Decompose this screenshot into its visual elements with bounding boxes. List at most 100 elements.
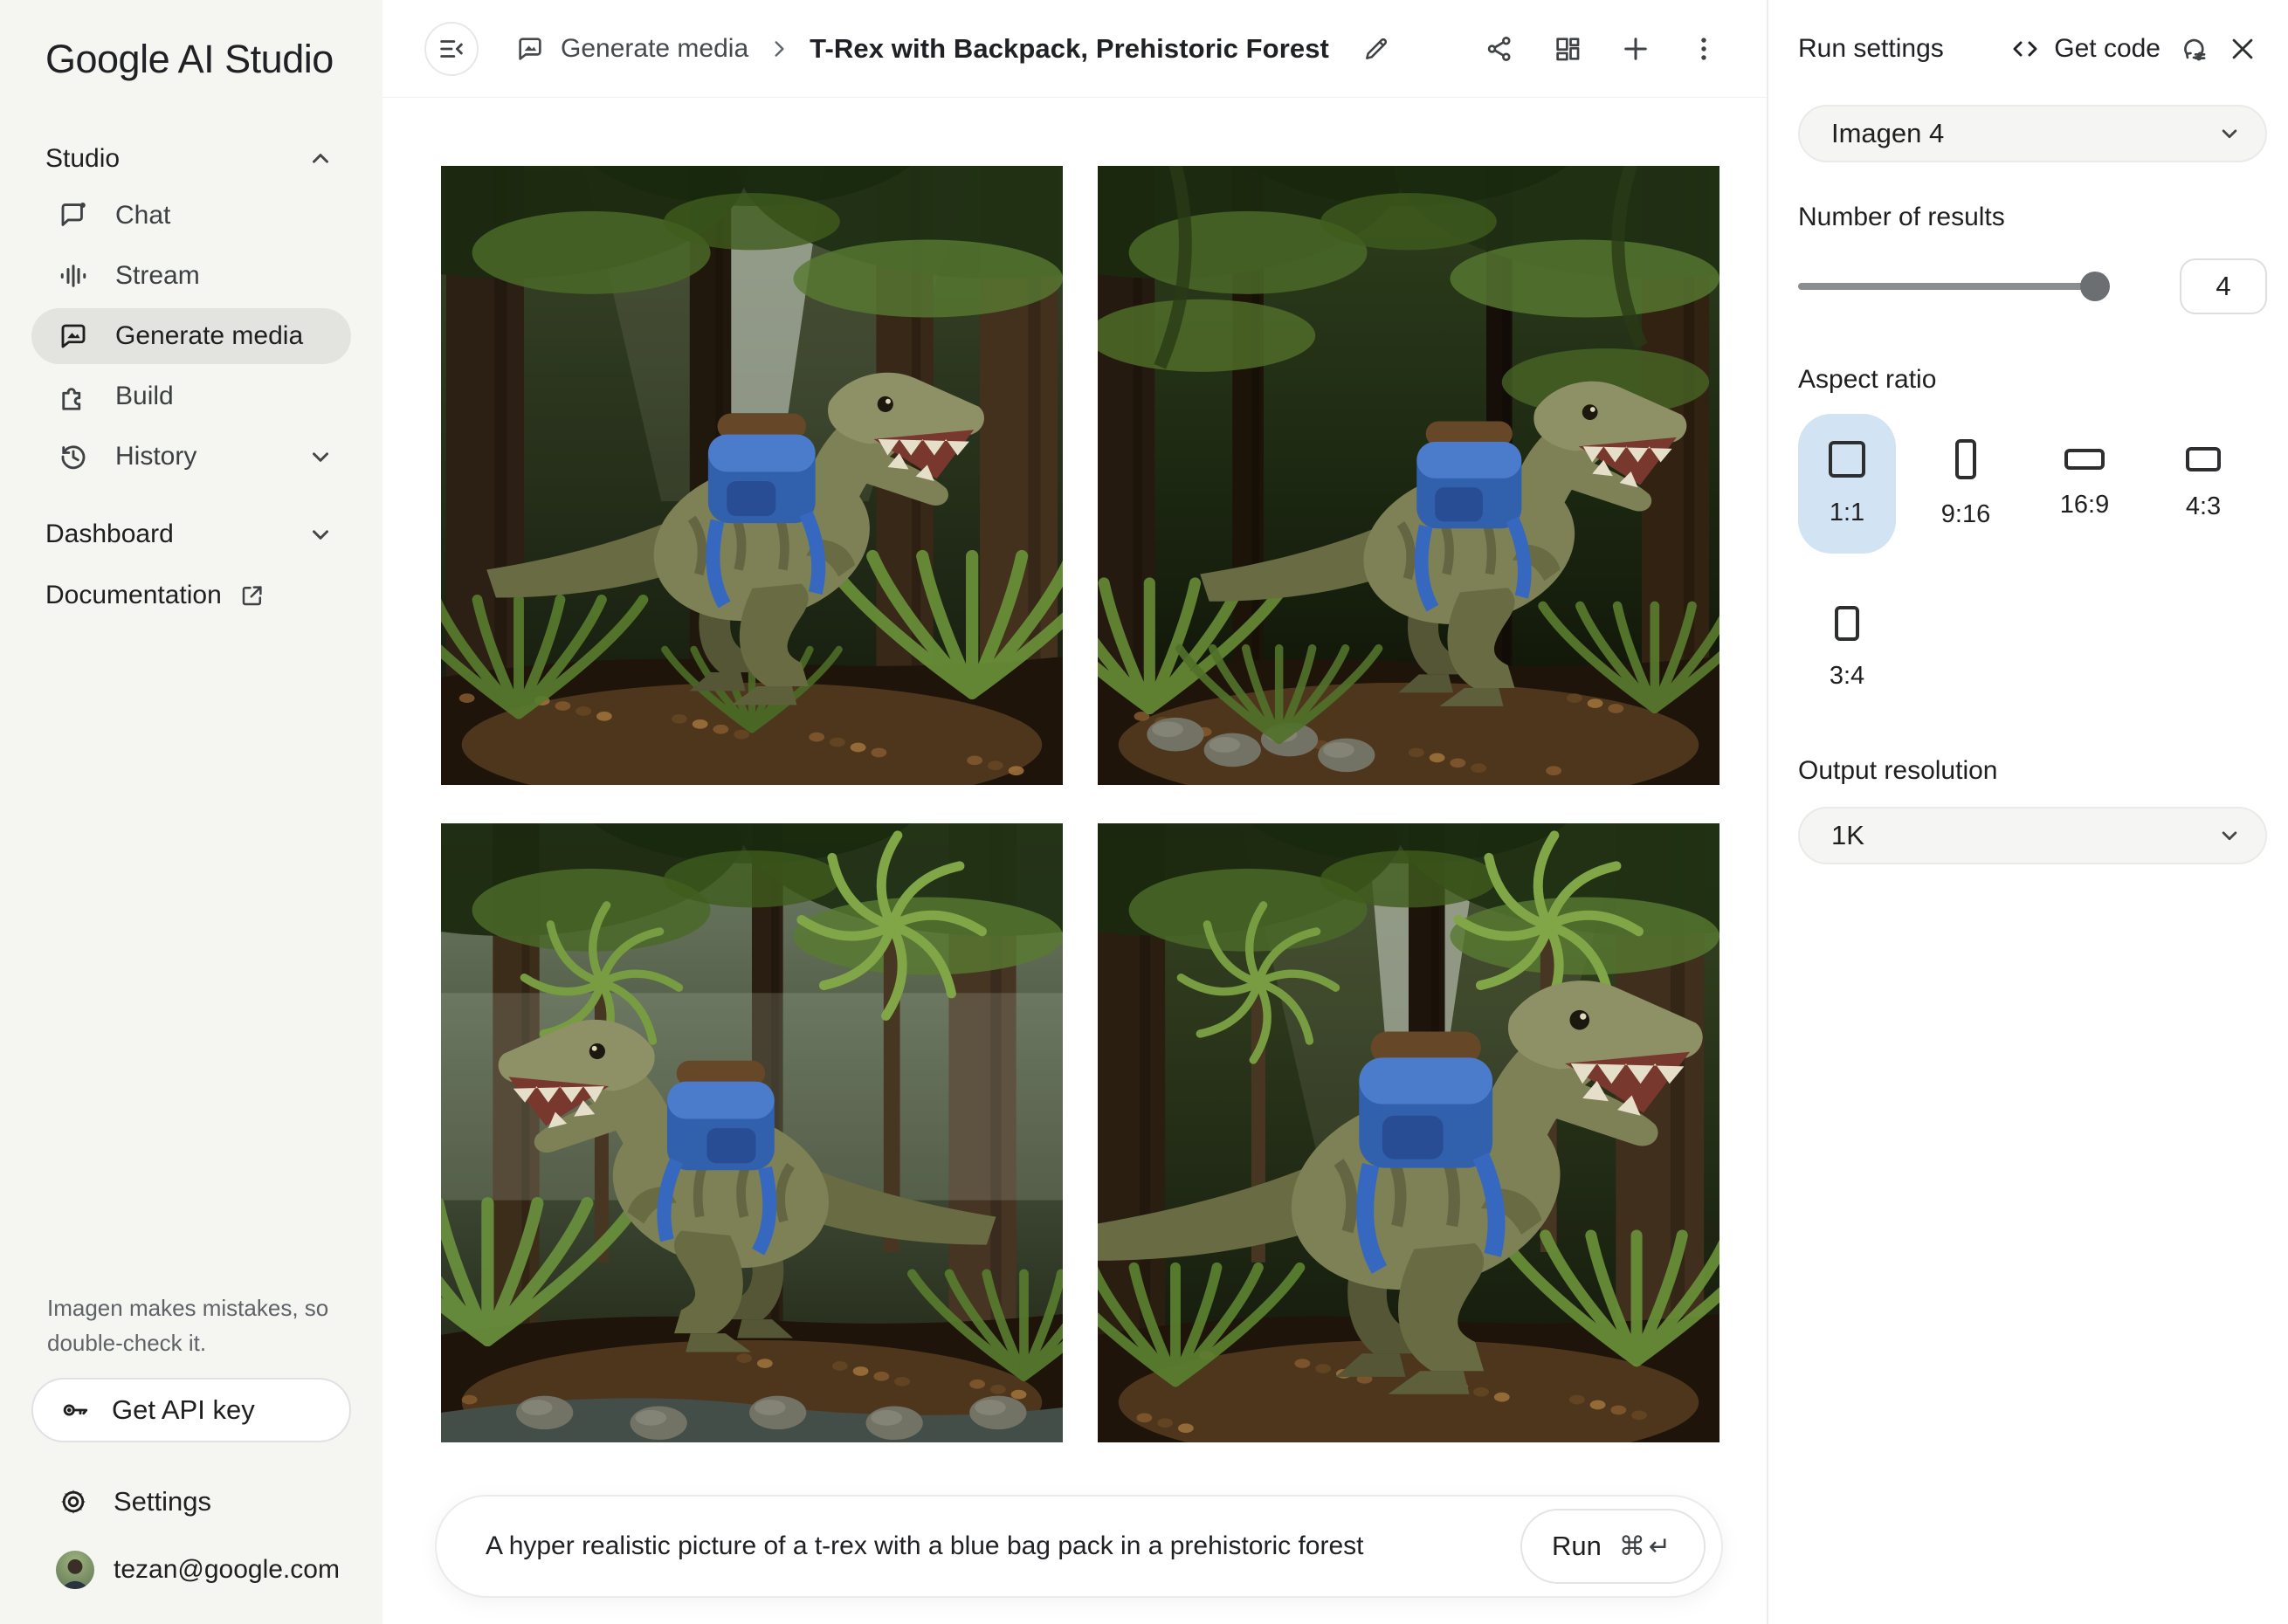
prompt-bar: A hyper realistic picture of a t-rex wit… [435,1495,1723,1598]
aspect-option-4-3[interactable]: 4:3 [2154,414,2252,554]
account-email: tezan@google.com [114,1555,340,1585]
aspect-option-label: 9:16 [1941,500,1990,529]
aspect-1-1-icon [1829,441,1865,478]
generated-image-2[interactable] [1098,166,1719,785]
generated-image-3[interactable] [441,823,1063,1442]
generate-media-icon [58,320,89,352]
aspect-option-16-9[interactable]: 16:9 [2036,414,2133,554]
get-code-button[interactable]: Get code [2010,34,2161,64]
aspect-3-4-icon [1835,606,1859,641]
run-settings-header: Run settings Get code [1798,0,2267,98]
close-panel-button[interactable] [2218,24,2267,73]
sidebar-nav: Chat Stream Generate media Build History [0,182,382,489]
share-button[interactable] [1471,21,1527,77]
plus-icon [1620,33,1651,65]
number-of-results-label: Number of results [1798,203,2267,232]
aspect-option-label: 16:9 [2060,491,2109,520]
output-resolution-value: 1K [1831,820,1864,851]
code-icon [2010,34,2040,64]
main-header: Generate media T-Rex with Backpack, Preh… [382,0,1767,98]
aspect-ratio-options: 1:1 9:16 16:9 4:3 3:4 [1798,414,2267,718]
collapse-sidebar-button[interactable] [424,22,479,76]
generated-image-4[interactable] [1098,823,1719,1442]
output-resolution-label: Output resolution [1798,756,2267,786]
get-code-label: Get code [2054,34,2161,64]
chevron-down-icon [307,521,334,547]
aspect-4-3-icon [2186,447,2221,471]
sidebar-item-label: Generate media [115,321,334,351]
key-icon [59,1394,91,1426]
aspect-option-3-4[interactable]: 3:4 [1798,578,1896,718]
run-settings-title: Run settings [1798,34,1944,64]
sidebar-section-dashboard[interactable]: Dashboard [31,512,351,557]
external-link-icon [239,582,265,609]
settings-label: Settings [114,1486,211,1517]
chevron-down-icon [2216,120,2243,147]
new-prompt-button[interactable] [1608,21,1664,77]
sidebar-section-studio[interactable]: Studio [31,136,351,182]
sidebar-item-build[interactable]: Build [31,368,351,424]
model-select[interactable]: Imagen 4 [1798,105,2267,162]
aspect-option-9-16[interactable]: 9:16 [1917,414,2015,554]
edit-pencil-icon [1362,35,1390,63]
rename-button[interactable] [1352,24,1401,73]
generate-media-icon [515,34,545,64]
sidebar-item-label: Chat [115,201,334,231]
collapse-sidebar-icon [437,34,466,64]
model-select-value: Imagen 4 [1831,118,1944,149]
reset-settings-button[interactable] [2169,24,2218,73]
aspect-9-16-icon [1955,439,1976,479]
run-settings-panel: Run settings Get code Imagen 4 Number of… [1767,0,2288,1624]
account-row[interactable]: tezan@google.com [31,1545,351,1594]
results-slider[interactable] [1798,283,2095,290]
sidebar-item-label: Build [115,382,334,411]
results-slider-thumb[interactable] [2080,272,2110,301]
aspect-option-label: 1:1 [1830,499,1864,527]
chat-icon [58,200,89,231]
run-shortcut: ⌘↵ [1619,1531,1674,1562]
run-button[interactable]: Run ⌘↵ [1520,1509,1706,1584]
history-icon [58,441,89,472]
main-content: Generate media T-Rex with Backpack, Preh… [382,0,1767,1624]
disclaimer-text: Imagen makes mistakes, so double-check i… [31,1290,351,1360]
gear-icon [58,1486,89,1517]
aspect-option-1-1[interactable]: 1:1 [1798,414,1896,554]
reset-settings-icon [2179,34,2209,64]
more-options-button[interactable] [1676,21,1732,77]
number-of-results-control: 4 [1798,258,2267,314]
studio-section-label: Studio [45,144,307,174]
get-api-key-button[interactable]: Get API key [31,1378,351,1442]
sidebar-item-history[interactable]: History [31,429,351,485]
sidebar-item-chat[interactable]: Chat [31,188,351,244]
stream-icon [58,260,89,292]
chevron-down-icon [307,444,334,470]
generated-image-1[interactable] [441,166,1063,785]
aspect-option-label: 3:4 [1830,662,1864,691]
breadcrumb[interactable]: Generate media [515,34,748,64]
aspect-16-9-icon [2064,449,2105,470]
sidebar-item-generate-media[interactable]: Generate media [31,308,351,364]
share-icon [1485,34,1514,64]
results-slider-fill [1798,283,2095,290]
prompt-input[interactable]: A hyper realistic picture of a t-rex wit… [486,1531,1520,1561]
get-api-key-label: Get API key [112,1394,255,1426]
header-actions [1471,21,1732,77]
run-label: Run [1552,1531,1602,1562]
documentation-label: Documentation [45,581,222,610]
avatar [56,1551,94,1589]
sidebar-item-documentation[interactable]: Documentation [31,568,351,623]
close-icon [2228,34,2257,64]
sidebar-item-stream[interactable]: Stream [31,248,351,304]
sidebar-item-label: History [115,442,281,471]
more-vert-icon [1689,34,1719,64]
output-resolution-select[interactable]: 1K [1798,807,2267,864]
breadcrumb-separator-icon [768,38,790,60]
app-logo: Google AI Studio [45,35,382,84]
chevron-up-icon [307,146,334,172]
generation-canvas: A hyper realistic picture of a t-rex wit… [382,98,1767,1624]
image-grid [441,166,1719,1442]
results-value-input[interactable]: 4 [2180,258,2267,314]
apps-grid-button[interactable] [1540,21,1595,77]
build-icon [58,381,89,412]
settings-button[interactable]: Settings [31,1477,351,1526]
